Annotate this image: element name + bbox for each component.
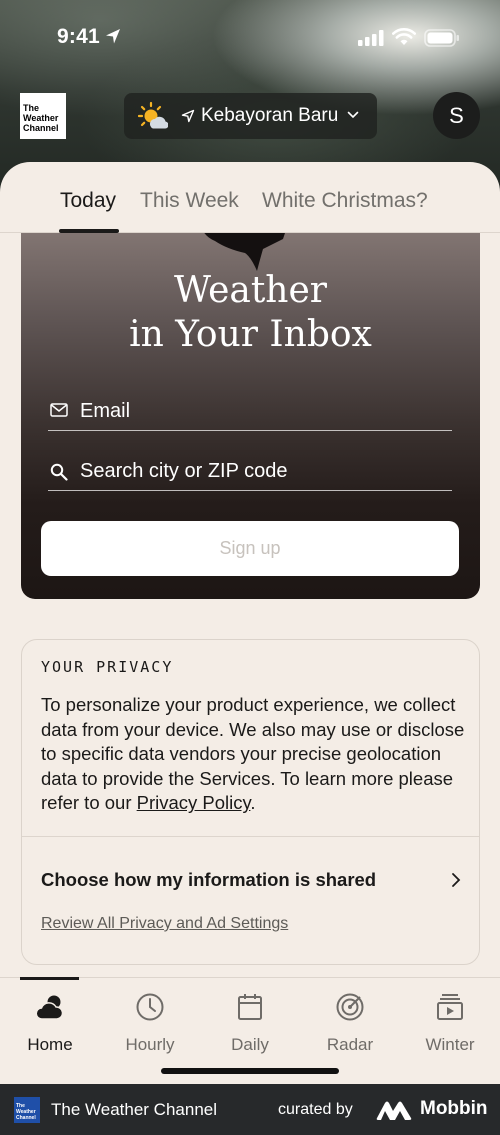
footer-curated-by: curated by [278,1101,353,1118]
location-name: Kebayoran Baru [201,105,339,126]
bottom-nav: Home Hourly Daily Radar Winter [0,977,500,1084]
tab-bar: Today This Week White Christmas? [0,162,500,233]
nav-daily[interactable]: Daily [200,978,300,1068]
location-selector[interactable]: Kebayoran Baru [124,93,377,139]
location-arrow-icon [106,29,120,44]
mobbin-logo-icon [376,1101,412,1120]
wifi-icon [392,28,416,45]
status-bar: 9:41 [0,22,500,54]
email-field[interactable]: Email [48,393,452,431]
search-placeholder: Search city or ZIP code [80,460,288,482]
nav-label-daily: Daily [231,1035,269,1054]
privacy-card: YOUR PRIVACY To personalize your product… [21,639,480,965]
nav-winter[interactable]: Winter [400,978,500,1068]
choose-sharing-label: Choose how my information is shared [41,869,377,890]
decorative-blob-image [204,233,285,271]
home-indicator [161,1068,339,1074]
footer-app-name: The Weather Channel [51,1100,218,1119]
nav-label-hourly: Hourly [125,1035,175,1054]
twc-footer-logo: The Weather Channel [14,1097,40,1123]
city-search-field[interactable]: Search city or ZIP code [48,453,452,491]
chevron-down-icon [347,111,359,119]
divider [22,836,479,837]
cloud-sun-icon [35,995,64,1020]
newsletter-card: Weather in Your Inbox Email Search city … [21,233,480,599]
avatar[interactable]: S [433,92,480,139]
attribution-footer: The Weather Channel The Weather Channel … [0,1084,500,1135]
twc-logo[interactable]: The Weather Channel [20,93,66,139]
nav-radar[interactable]: Radar [300,978,400,1068]
email-placeholder: Email [80,400,131,422]
search-icon [50,463,68,481]
review-privacy-settings-link[interactable]: Review All Privacy and Ad Settings [41,915,288,933]
privacy-policy-link[interactable]: Privacy Policy [137,792,251,813]
calendar-icon [238,994,262,1020]
newsletter-title: Weather in Your Inbox [129,270,372,355]
nav-label-home: Home [27,1035,73,1054]
video-icon [437,994,463,1020]
footer-brand: Mobbin [420,1098,488,1119]
privacy-heading: YOUR PRIVACY [41,658,174,676]
tab-today[interactable]: Today [60,189,116,213]
navigation-arrow-icon [181,109,195,123]
privacy-body: To personalize your product experience, … [41,694,465,814]
nav-label-winter: Winter [425,1035,475,1054]
choose-sharing-row[interactable]: Choose how my information is shared [41,869,461,895]
chevron-right-icon [452,873,461,887]
status-time: 9:41 [57,25,100,48]
nav-label-radar: Radar [326,1035,374,1054]
clock-icon [136,993,164,1021]
tab-white-christmas[interactable]: White Christmas? [262,189,428,213]
nav-home[interactable]: Home [0,978,100,1068]
content-sheet: Today This Week White Christmas? Weather… [0,162,500,978]
app-header: The Weather Channel Kebayoran Baru S [0,92,500,140]
signal-icon [358,30,384,46]
mail-icon [50,403,68,417]
battery-icon [424,29,459,47]
partly-sunny-icon [138,101,168,129]
tab-this-week[interactable]: This Week [140,189,239,213]
sign-up-button[interactable]: Sign up [41,521,459,576]
nav-hourly[interactable]: Hourly [100,978,200,1068]
radar-icon [336,993,364,1021]
